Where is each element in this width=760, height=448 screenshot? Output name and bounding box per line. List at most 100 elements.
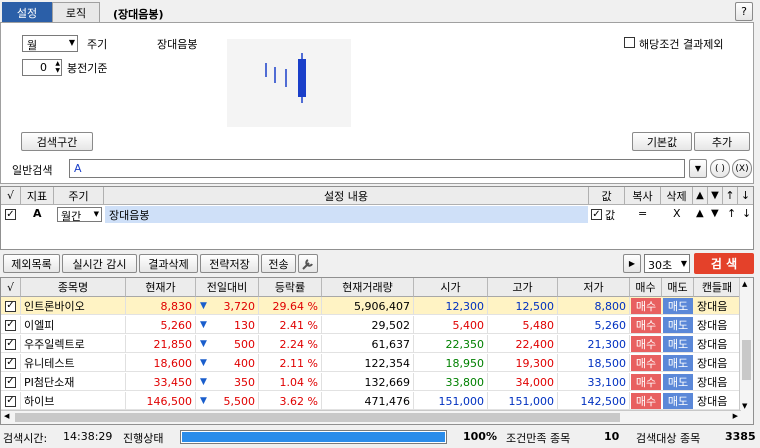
setting-row-copy-button[interactable]: =: [638, 207, 647, 220]
setting-row-content: 장대음봉: [109, 209, 150, 222]
table-row[interactable]: ✓ 인트론바이오 8,830 ▼ 3,720 29.64 % 5,906,407 12,300…: [1, 297, 741, 315]
move-down-icon[interactable]: ▼: [708, 187, 723, 205]
result-header-high: 고가: [488, 278, 558, 297]
x-paren-button[interactable]: (X): [732, 159, 752, 178]
stepper-arrows-icon[interactable]: ▲ ▼: [55, 60, 60, 74]
row-checkbox[interactable]: ✓: [5, 319, 16, 331]
row-down-icon[interactable]: ▼: [711, 208, 719, 219]
offset-stepper[interactable]: 0 ▲ ▼: [22, 59, 62, 76]
move-top-icon[interactable]: ↑: [723, 187, 738, 205]
wrench-icon-svg: [302, 258, 313, 270]
results-grid: √ 종목명 현재가 전일대비 등락률 현재거래량 시가 고가 저가 매수 매도 …: [0, 277, 754, 425]
stock-name: PI첨단소재: [21, 373, 126, 391]
chevron-down-icon: ▼: [680, 259, 687, 268]
search-time-label: 검색시간:: [3, 432, 48, 445]
sell-button[interactable]: 매도: [663, 298, 693, 314]
open-price: 151,000: [414, 392, 488, 410]
candle-pattern: 장대음: [694, 354, 741, 372]
general-search-dropdown[interactable]: ▼: [689, 159, 707, 178]
send-button[interactable]: 전송: [261, 254, 296, 273]
setting-row-value-checkbox[interactable]: ✓: [591, 209, 602, 220]
search-range-button[interactable]: 검색구간: [21, 132, 93, 151]
table-row[interactable]: ✓ 하이브 146,500 ▼ 5,500 3.62 % 471,476 151,000 151…: [1, 392, 741, 410]
row-checkbox[interactable]: ✓: [5, 338, 16, 350]
setting-row-checkbox[interactable]: ✓: [5, 209, 16, 220]
default-button[interactable]: 기본값: [632, 132, 692, 151]
open-price: 18,950: [414, 354, 488, 372]
realtime-watch-button[interactable]: 실시간 감시: [62, 254, 137, 273]
scroll-left-icon[interactable]: ◀: [4, 412, 9, 420]
move-up-icon[interactable]: ▲: [693, 187, 708, 205]
buy-button[interactable]: 매수: [631, 298, 661, 314]
setting-header-delete: 삭제: [661, 187, 693, 205]
row-checkbox[interactable]: ✓: [5, 376, 16, 388]
setting-row-period-select[interactable]: 월간 ▼: [57, 207, 102, 223]
change-cell: ▼ 5,500: [196, 392, 259, 410]
horizontal-scrollbar[interactable]: ◀ ▶: [1, 410, 741, 424]
setting-header-indicator: 지표: [21, 187, 54, 205]
buy-button[interactable]: 매수: [631, 336, 661, 352]
row-up-icon[interactable]: ▲: [696, 208, 704, 219]
sell-button[interactable]: 매도: [663, 374, 693, 390]
help-button[interactable]: ?: [735, 2, 753, 21]
table-row[interactable]: ✓ 유니테스트 18,600 ▼ 400 2.11 % 122,354 18,950 19,30…: [1, 354, 741, 372]
period-select[interactable]: 월 ▼: [22, 35, 78, 52]
exclude-list-button[interactable]: 제외목록: [3, 254, 60, 273]
result-header-price: 현재가: [126, 278, 196, 297]
high-price: 12,500: [488, 297, 558, 315]
open-price: 22,350: [414, 335, 488, 353]
stock-name: 하이브: [21, 392, 126, 410]
progress-label: 진행상태: [123, 432, 164, 445]
stock-name: 유니테스트: [21, 354, 126, 372]
play-icon[interactable]: ▶: [623, 254, 641, 273]
scroll-up-icon[interactable]: ▲: [742, 280, 747, 288]
change-value: 350: [234, 375, 255, 389]
row-checkbox[interactable]: ✓: [5, 357, 16, 369]
setting-row-delete-button[interactable]: X: [673, 207, 681, 220]
candle-icon: [265, 53, 306, 103]
table-row[interactable]: ✓ PI첨단소재 33,450 ▼ 350 1.04 % 132,669 33,800 34,0…: [1, 373, 741, 391]
tab-settings-label: 설정: [16, 6, 38, 20]
row-checkbox[interactable]: ✓: [5, 395, 16, 407]
table-row[interactable]: ✓ 우주일렉트로 21,850 ▼ 500 2.24 % 61,637 22,350 22,40…: [1, 335, 741, 353]
table-row[interactable]: ✓ 이엘피 5,260 ▼ 130 2.41 % 29,502 5,400 5,480 5,260…: [1, 316, 741, 334]
low-price: 142,500: [558, 392, 630, 410]
exclude-checkbox[interactable]: [624, 37, 635, 48]
scroll-right-icon[interactable]: ▶: [733, 412, 738, 420]
row-bottom-icon[interactable]: ↓: [742, 207, 751, 220]
buy-button[interactable]: 매수: [631, 374, 661, 390]
scroll-thumb[interactable]: [742, 340, 751, 380]
vertical-scrollbar[interactable]: ▲ ▼: [739, 278, 753, 424]
pattern-name: 장대음봉: [157, 38, 198, 51]
buy-button[interactable]: 매수: [631, 355, 661, 371]
change-cell: ▼ 130: [196, 316, 259, 334]
low-price: 33,100: [558, 373, 630, 391]
row-checkbox-cell: ✓: [1, 316, 21, 334]
h-scroll-thumb[interactable]: [15, 413, 620, 422]
sell-button[interactable]: 매도: [663, 317, 693, 333]
change-value: 130: [234, 318, 255, 332]
down-arrow-icon: ▼: [200, 301, 207, 311]
move-bottom-icon[interactable]: ↓: [738, 187, 753, 205]
sell-button[interactable]: 매도: [663, 336, 693, 352]
buy-button[interactable]: 매수: [631, 393, 661, 409]
paren-button[interactable]: ( ): [710, 159, 730, 178]
row-checkbox[interactable]: ✓: [5, 300, 16, 312]
setting-row-indicator: A: [33, 207, 42, 220]
buy-button[interactable]: 매수: [631, 317, 661, 333]
interval-select[interactable]: 30초 ▼: [644, 254, 690, 273]
general-search-input[interactable]: A: [69, 159, 685, 178]
sell-button[interactable]: 매도: [663, 393, 693, 409]
sell-button[interactable]: 매도: [663, 355, 693, 371]
wrench-icon[interactable]: [298, 254, 318, 273]
add-button[interactable]: 추가: [694, 132, 750, 151]
save-strategy-button[interactable]: 전략저장: [200, 254, 259, 273]
tab-settings[interactable]: 설정: [2, 2, 52, 23]
change-value: 500: [234, 337, 255, 351]
clear-results-button[interactable]: 결과삭제: [139, 254, 198, 273]
row-top-icon[interactable]: ↑: [727, 207, 736, 220]
tab-logic[interactable]: 로직: [52, 2, 100, 23]
search-button[interactable]: 검 색: [694, 253, 754, 274]
setting-header-copy: 복사: [625, 187, 661, 205]
scroll-down-icon[interactable]: ▼: [742, 402, 747, 410]
